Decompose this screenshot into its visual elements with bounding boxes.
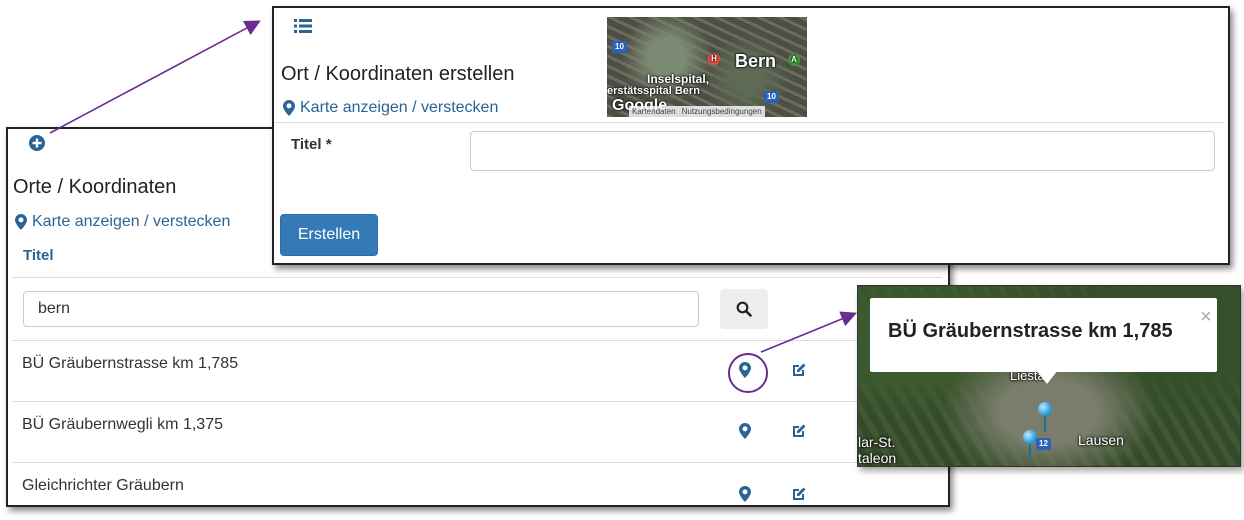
annotation-arrow <box>49 20 261 134</box>
edit-button[interactable] <box>787 358 811 382</box>
edit-icon <box>793 487 806 500</box>
table-row: BÜ Gräubernstrasse km 1,785 <box>12 340 942 402</box>
map-toggle-link[interactable]: Karte anzeigen / verstecken <box>15 213 230 231</box>
back-to-list-button[interactable] <box>294 18 312 34</box>
edit-button[interactable] <box>787 419 811 443</box>
marker-pin <box>1044 416 1046 432</box>
plus-circle-icon <box>29 135 45 151</box>
map-marker-icon <box>15 214 27 230</box>
map-place-label: Lausen <box>1078 432 1124 448</box>
create-button[interactable]: Erstellen <box>280 214 378 256</box>
map-hospital-label: erstätsspital Bern <box>607 85 700 97</box>
map-city-label: Bern <box>735 51 777 71</box>
title-input[interactable] <box>470 131 1215 171</box>
info-window: BÜ Gräubernstrasse km 1,785 × <box>870 298 1217 372</box>
close-icon[interactable]: × <box>1200 306 1212 329</box>
create-location-panel: 10 10 Bern H A Inselspital, erstätsspita… <box>272 6 1230 265</box>
map-footer: Kartendaten Nutzungsbedingungen <box>629 106 765 117</box>
row-title: BÜ Gräubernwegli km 1,375 <box>22 416 223 433</box>
map-preview[interactable]: 10 10 Bern H A Inselspital, erstätsspita… <box>607 17 807 117</box>
map-toggle-label: Karte anzeigen / verstecken <box>32 213 231 230</box>
marker-pin <box>1029 444 1031 460</box>
map-marker-icon[interactable] <box>1023 430 1037 444</box>
map-terms-link[interactable]: Nutzungsbedingungen <box>682 106 762 117</box>
map-data-link[interactable]: Kartendaten <box>632 106 676 117</box>
map-toggle-link[interactable]: Karte anzeigen / verstecken <box>283 99 498 117</box>
edit-icon <box>793 424 806 437</box>
hospital-icon: H <box>708 53 720 65</box>
page-title: Orte / Koordinaten <box>13 176 177 198</box>
map-marker-icon <box>739 362 751 378</box>
title-field-label: Titel * <box>291 136 332 153</box>
map-marker-icon <box>283 100 295 116</box>
edit-icon <box>793 363 806 376</box>
column-header-title[interactable]: Titel <box>23 247 54 264</box>
map-marker-icon[interactable] <box>1038 402 1052 416</box>
road-badge: 10 <box>764 91 779 103</box>
map-hospital-label: Inselspital, <box>647 72 710 86</box>
table-row: Gleichrichter Gräubern <box>12 462 942 503</box>
divider <box>12 277 942 278</box>
road-badge: 12 <box>1036 438 1051 450</box>
map-marker-icon <box>739 486 751 502</box>
edit-button[interactable] <box>787 482 811 506</box>
show-on-map-button[interactable] <box>733 419 757 443</box>
info-window-title: BÜ Gräubernstrasse km 1,785 <box>888 320 1173 342</box>
add-location-button[interactable] <box>28 134 46 152</box>
map-marker-icon <box>739 423 751 439</box>
search-button[interactable] <box>720 289 768 329</box>
poi-icon: A <box>788 54 800 66</box>
info-window-tail <box>1036 370 1058 384</box>
map-place-label: taleon <box>858 450 897 466</box>
search-icon <box>736 301 752 317</box>
table-row: BÜ Gräubernwegli km 1,375 <box>12 401 942 463</box>
row-title: Gleichrichter Gräubern <box>22 477 184 494</box>
list-icon <box>294 19 312 33</box>
search-input[interactable] <box>23 291 699 327</box>
map-popup-panel: Liestal BÜ Gräubernstrasse km 1,785 × 12… <box>857 285 1241 467</box>
show-on-map-button[interactable] <box>733 358 757 382</box>
map-toggle-label: Karte anzeigen / verstecken <box>300 99 499 116</box>
road-badge: 10 <box>612 41 627 53</box>
show-on-map-button[interactable] <box>733 482 757 506</box>
page-title: Ort / Koordinaten erstellen <box>281 63 515 85</box>
row-title: BÜ Gräubernstrasse km 1,785 <box>22 355 239 372</box>
map-place-label: lar-St. <box>858 434 896 450</box>
divider <box>274 122 1224 123</box>
